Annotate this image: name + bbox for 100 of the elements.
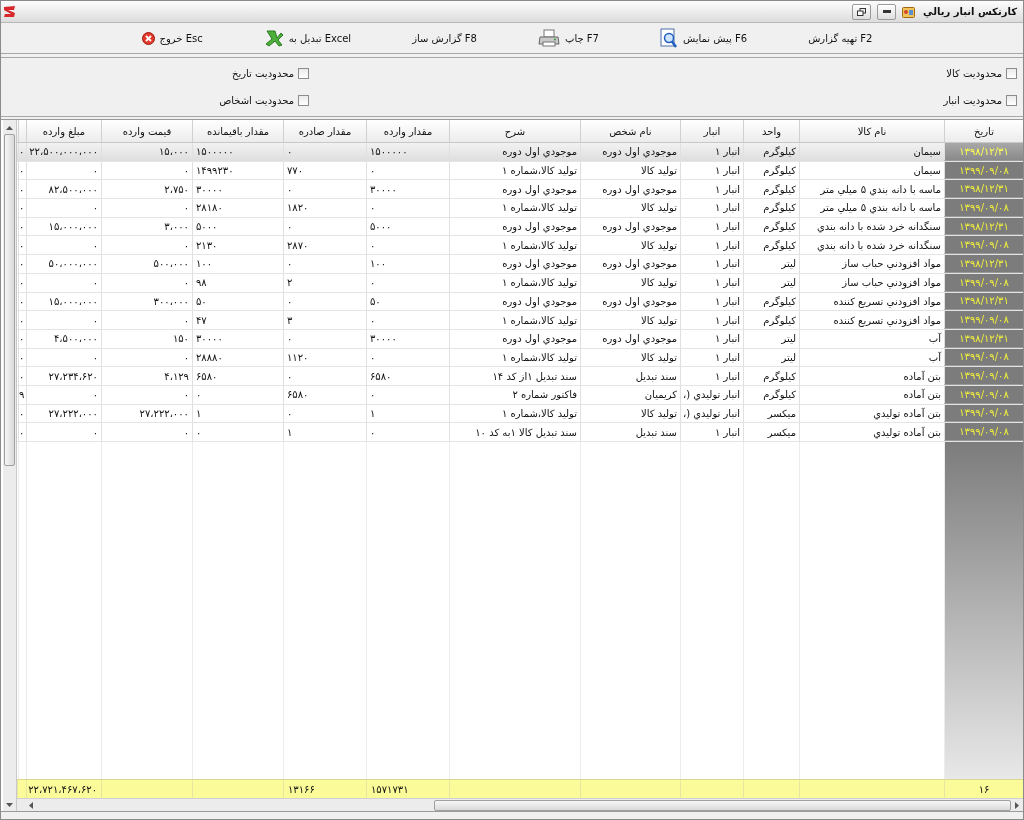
table-cell: کیلوگرم bbox=[743, 199, 799, 217]
checkbox-label[interactable]: محدودیت اشخاص bbox=[219, 95, 294, 106]
table-cell: تولید کالا،شماره ۱ bbox=[449, 404, 580, 423]
table-cell: موجودي اول دوره bbox=[449, 292, 580, 311]
x-logo-icon bbox=[263, 29, 284, 47]
toolbar-button[interactable]: تبدیل به Excel bbox=[259, 27, 356, 49]
table-cell: ۱۳۹۹/۰۹/۰۸ bbox=[944, 367, 1023, 385]
column-header[interactable]: مقدار باقیمانده bbox=[192, 120, 283, 142]
table-row[interactable]: ۱۳۹۸/۱۲/۳۱ سیمان کیلوگرم انبار ۱ موجودي اول دوره موجودي اول دوره ۱۵۰۰۰۰۰ ۰ ۱۵۰۰۰۰۰ ۱۵،۰۰۰ ۲۲،۵۰۰،۰۰۰،۰۰۰ ۰ bbox=[17, 143, 1023, 162]
table-cell: ۰ bbox=[283, 367, 366, 385]
table-cell: انبار ۱ bbox=[680, 199, 743, 217]
table-cell: ۰ bbox=[101, 311, 192, 329]
restore-icon bbox=[857, 7, 867, 16]
column-header[interactable]: انبار bbox=[680, 120, 743, 142]
table-cell: ۱ bbox=[366, 404, 449, 423]
scroll-up-icon[interactable] bbox=[6, 126, 13, 130]
table-cell: ۰ bbox=[283, 180, 366, 199]
table-cell: ۲۷،۲۲۲،۰۰۰ bbox=[26, 404, 101, 423]
table-cell: انبار ۱ bbox=[680, 367, 743, 385]
table-cell: تولید کالا،شماره ۱ bbox=[449, 273, 580, 292]
table-cell: بتن آماده bbox=[799, 385, 944, 404]
table-cell: موجودي اول دوره bbox=[580, 217, 680, 236]
magnifier-document-icon bbox=[659, 28, 678, 48]
column-header[interactable]: مقدار صادره bbox=[283, 120, 366, 142]
table-cell: انبار ۱ bbox=[680, 311, 743, 329]
table-cell: ۰ bbox=[101, 161, 192, 180]
table-cell: ۰ bbox=[366, 199, 449, 217]
toolbar-button[interactable]: پیش نمایش F6 bbox=[655, 26, 752, 50]
vertical-scrollbar[interactable] bbox=[3, 120, 17, 811]
table-cell: آب bbox=[799, 329, 944, 348]
column-header[interactable]: نام شخص bbox=[580, 120, 680, 142]
scroll-down-icon[interactable] bbox=[6, 803, 13, 807]
toolbar-button[interactable]: گزارش ساز F8 bbox=[408, 30, 481, 46]
toolbar-button[interactable]: تهیه گزارش F2 bbox=[804, 30, 877, 46]
table-cell: ۱۵۰ bbox=[101, 329, 192, 348]
checkbox[interactable] bbox=[1006, 95, 1017, 106]
checkbox-label[interactable]: محدودیت انبار bbox=[943, 95, 1002, 106]
checkbox[interactable] bbox=[298, 68, 309, 79]
checkbox[interactable] bbox=[298, 95, 309, 106]
table-cell: ۳۰۰۰۰ bbox=[366, 329, 449, 348]
restore-button[interactable] bbox=[852, 3, 872, 20]
toolbar-button[interactable]: چاپ F7 bbox=[534, 27, 603, 49]
table-cell: سیمان bbox=[799, 143, 944, 161]
table-cell: ۱۸۲۰ bbox=[283, 199, 366, 217]
table-row[interactable]: ۱۳۹۹/۰۹/۰۸ مواد افزودني تسریع کننده کیلوگرم انبار ۱ تولید کالا تولید کالا،شماره ۱ ۰ ۳ ۴۷ ۰ ۰ ۰ bbox=[17, 311, 1023, 330]
table-row[interactable]: ۱۳۹۹/۰۹/۰۸ بتن آماده تولیدي میکسر انبار ۱ سند تبدیل سند تبدیل کالا ۱به کد ۱۰ ۰ ۱ ۰ ۰ ۰ ۰ bbox=[17, 423, 1023, 442]
table-cell: موجودي اول دوره bbox=[449, 143, 580, 161]
table-cell: ۸۲،۵۰۰،۰۰۰ bbox=[26, 180, 101, 199]
table-cell: ۵۰۰۰ bbox=[366, 217, 449, 236]
checkbox-label[interactable]: محدودیت کالا bbox=[946, 68, 1002, 79]
table-cell: انبار ۱ bbox=[680, 143, 743, 161]
table-cell: فاکتور شماره ۲ bbox=[449, 385, 580, 404]
column-header[interactable]: مبلغ وارده bbox=[26, 120, 101, 142]
table-cell: ۹ bbox=[18, 385, 26, 404]
table-cell: ۰ bbox=[192, 423, 283, 441]
table-cell: تولید کالا bbox=[580, 348, 680, 367]
table-row[interactable]: ۱۳۹۹/۰۹/۰۸ سنگدانه خرد شده با دانه بندي کیلوگرم انبار ۱ تولید کالا تولید کالا،شماره ۱ ۰ ۲۸۷۰ ۲۱۳۰ ۰ ۰ ۰ bbox=[17, 236, 1023, 256]
table-cell: ۰ bbox=[18, 292, 26, 311]
table-cell: انبار ۱ bbox=[680, 292, 743, 311]
column-header[interactable]: تاریخ bbox=[944, 120, 1023, 142]
table-cell: ۰ bbox=[283, 404, 366, 423]
table-cell: ۰ bbox=[26, 423, 101, 441]
column-header[interactable]: شرح bbox=[449, 120, 580, 142]
toolbar-button[interactable]: خروج Esc bbox=[137, 29, 207, 47]
minimize-button[interactable] bbox=[877, 3, 897, 20]
table-row[interactable]: ۱۳۹۸/۱۲/۳۱ مواد افزودني حباب ساز لیتر انبار ۱ موجودي اول دوره موجودي اول دوره ۱۰۰ ۰ ۱۰۰ ۵۰۰،۰۰۰ ۵۰،۰۰۰،۰۰۰ ۰ bbox=[17, 255, 1023, 274]
column-header[interactable]: واحد bbox=[743, 120, 799, 142]
scrollbar-thumb[interactable] bbox=[434, 799, 1011, 811]
table-cell: انبار ۱ bbox=[680, 273, 743, 292]
table-cell: مواد افزودني حباب ساز bbox=[799, 255, 944, 273]
table-row[interactable]: ۱۳۹۸/۱۲/۳۱ ماسه با دانه بندي ۵ میلي متر کیلوگرم انبار ۱ موجودي اول دوره موجودي اول دوره ۳۰۰۰۰ ۰ ۳۰۰۰۰ ۲،۷۵۰ ۸۲،۵۰۰،۰۰۰ ۰ bbox=[17, 180, 1023, 200]
table-cell: ۱۳۹۸/۱۲/۳۱ bbox=[944, 143, 1023, 161]
table-cell: ۰ bbox=[101, 348, 192, 367]
table-cell: ۰ bbox=[18, 329, 26, 348]
table-cell: کیلوگرم bbox=[743, 217, 799, 236]
horizontal-scrollbar[interactable] bbox=[17, 798, 1023, 811]
table-cell: کریمیان bbox=[580, 385, 680, 404]
table-cell: ۰ bbox=[283, 217, 366, 236]
table-row[interactable]: ۱۳۹۹/۰۹/۰۸ ماسه با دانه بندي ۵ میلي متر کیلوگرم انبار ۱ تولید کالا تولید کالا،شماره ۱ ۰ ۱۸۲۰ ۲۸۱۸۰ ۰ ۰ ۰ bbox=[17, 199, 1023, 218]
table-cell: ۰ bbox=[18, 180, 26, 199]
column-header[interactable]: نام کالا bbox=[799, 120, 944, 142]
table-cell: تولید کالا،شماره ۱ bbox=[449, 348, 580, 367]
table-cell: کیلوگرم bbox=[743, 180, 799, 199]
checkbox[interactable] bbox=[1006, 68, 1017, 79]
table-cell: موجودي اول دوره bbox=[580, 292, 680, 311]
checkbox-label[interactable]: محدودیت تاریخ bbox=[231, 68, 294, 79]
column-header[interactable]: مقدار وارده bbox=[366, 120, 449, 142]
table-cell: ۰ bbox=[366, 236, 449, 255]
table-cell: سند تبدیل کالا ۱به کد ۱۰ bbox=[449, 423, 580, 441]
table-cell: ۰ bbox=[26, 385, 101, 404]
table-cell: ۱۵۰۰۰۰۰ bbox=[192, 143, 283, 161]
table-cell: موجودي اول دوره bbox=[449, 180, 580, 199]
table-row[interactable]: ۱۳۹۹/۰۹/۰۸ بتن آماده کیلوگرم انبار ۱ سند تبدیل سند تبدیل ۱از کد ۱۴ ۶۵۸۰ ۰ ۶۵۸۰ ۴،۱۲۹ ۲۷،۲۳۴،۶۲۰ ۰ bbox=[17, 367, 1023, 386]
table-cell: مواد افزودني حباب ساز bbox=[799, 273, 944, 292]
table-cell: تولید کالا bbox=[580, 311, 680, 329]
scrollbar-thumb[interactable] bbox=[4, 134, 15, 466]
scroll-left-icon[interactable] bbox=[29, 801, 33, 809]
table-cell: سنگدانه خرد شده با دانه بندي bbox=[799, 217, 944, 236]
scroll-right-icon[interactable] bbox=[1015, 801, 1019, 809]
column-header[interactable]: قیمت وارده bbox=[101, 120, 192, 142]
